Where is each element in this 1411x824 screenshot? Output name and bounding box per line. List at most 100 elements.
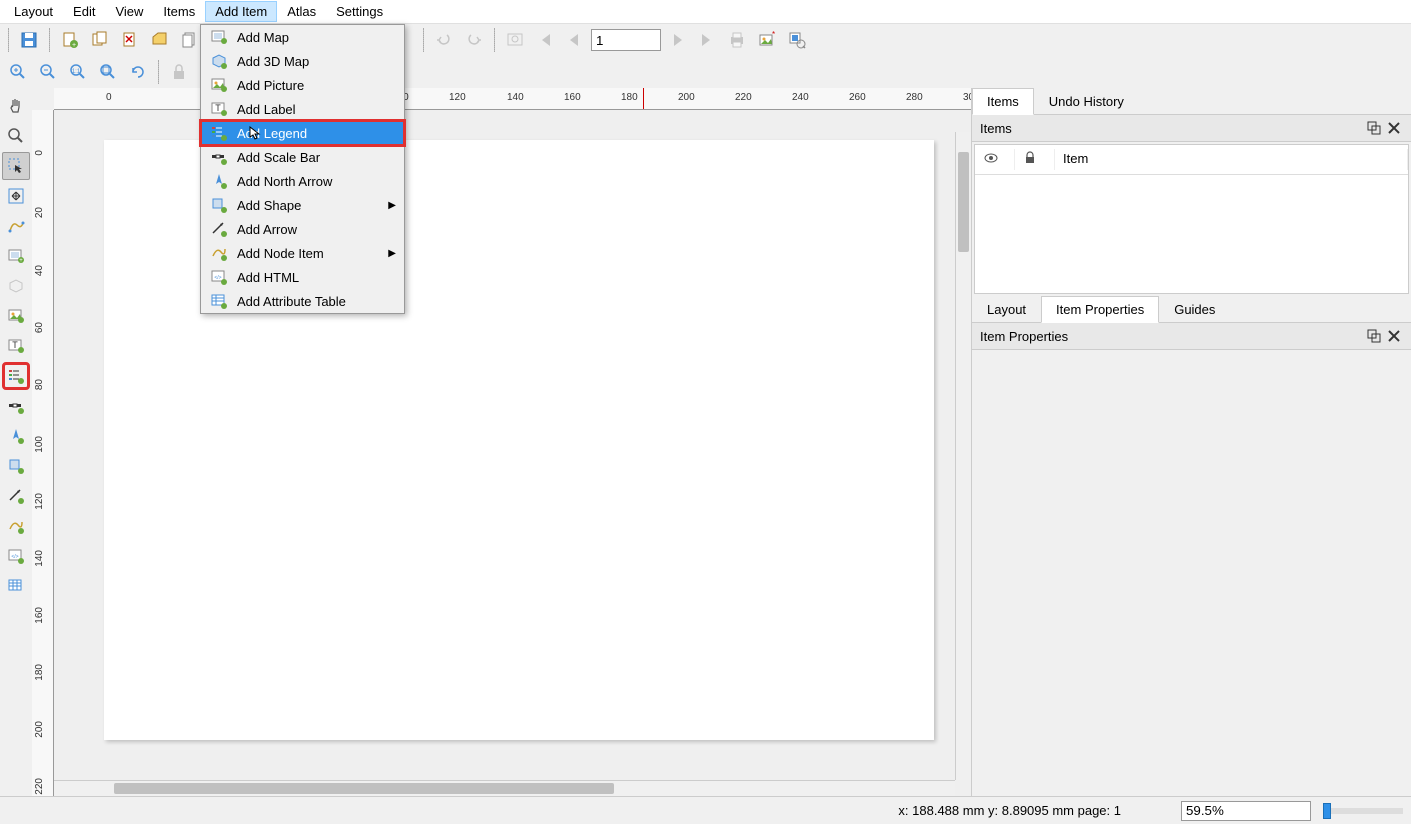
feature-input[interactable]: [591, 29, 661, 51]
table-icon: [209, 292, 229, 310]
items-list[interactable]: Item: [974, 144, 1409, 294]
dropdown-add-html[interactable]: </> Add HTML: [201, 265, 404, 289]
ruler-vertical: 0 20 40 60 80 100 120 140 160 180 200 22…: [32, 110, 54, 796]
menu-add-item[interactable]: Add Item: [205, 1, 277, 22]
close-icon[interactable]: [1385, 327, 1403, 345]
tab-layout[interactable]: Layout: [972, 296, 1041, 322]
dropdown-label: Add Picture: [237, 78, 304, 93]
zoom-select[interactable]: [1181, 801, 1311, 821]
dropdown-add-arrow[interactable]: Add Arrow: [201, 217, 404, 241]
add-shape-tool[interactable]: [2, 452, 30, 480]
refresh-button[interactable]: [124, 58, 152, 86]
map-icon: [209, 28, 229, 46]
delete-layout-button[interactable]: [116, 26, 144, 54]
dropdown-add-attribute-table[interactable]: Add Attribute Table: [201, 289, 404, 313]
prev-feature-button[interactable]: [561, 26, 589, 54]
add-north-arrow-tool[interactable]: [2, 422, 30, 450]
pan-tool[interactable]: [2, 92, 30, 120]
horizontal-scrollbar[interactable]: [54, 780, 955, 796]
print-button[interactable]: [723, 26, 751, 54]
menu-layout[interactable]: Layout: [4, 1, 63, 22]
menu-settings[interactable]: Settings: [326, 1, 393, 22]
zoom-in-button[interactable]: [4, 58, 32, 86]
items-col-lock: [1015, 149, 1055, 170]
arrow-icon: [209, 220, 229, 238]
new-layout-button[interactable]: +: [56, 26, 84, 54]
dropdown-add-shape[interactable]: Add Shape ▶: [201, 193, 404, 217]
add-item-dropdown: Add Map Add 3D Map Add Picture T Add Lab…: [200, 24, 405, 314]
svg-text:T: T: [215, 103, 221, 113]
add-arrow-tool[interactable]: [2, 482, 30, 510]
redo-button[interactable]: [460, 26, 488, 54]
dropdown-add-map[interactable]: Add Map: [201, 25, 404, 49]
ruler-guide-marker: [643, 88, 644, 109]
add-legend-tool[interactable]: [2, 362, 30, 390]
canvas-viewport[interactable]: [54, 110, 971, 796]
layout-manager-button[interactable]: [146, 26, 174, 54]
zoom-actual-button[interactable]: 1:1: [64, 58, 92, 86]
menu-atlas[interactable]: Atlas: [277, 1, 326, 22]
node-item-icon: [209, 244, 229, 262]
dropdown-label: Add Shape: [237, 198, 301, 213]
dropdown-label: Add North Arrow: [237, 174, 332, 189]
move-content-tool[interactable]: [2, 182, 30, 210]
items-tabs: Items Undo History: [972, 88, 1411, 115]
zoom-tool[interactable]: [2, 122, 30, 150]
dropdown-label: Add Scale Bar: [237, 150, 320, 165]
add-picture-tool[interactable]: [2, 302, 30, 330]
menu-edit[interactable]: Edit: [63, 1, 105, 22]
close-icon[interactable]: [1385, 119, 1403, 137]
dock-icon[interactable]: [1365, 327, 1383, 345]
add-node-item-tool[interactable]: [2, 512, 30, 540]
dropdown-add-3d-map[interactable]: Add 3D Map: [201, 49, 404, 73]
svg-text:T: T: [12, 340, 18, 350]
dropdown-add-label[interactable]: T Add Label: [201, 97, 404, 121]
add-label-tool[interactable]: T: [2, 332, 30, 360]
north-arrow-icon: [209, 172, 229, 190]
vertical-scrollbar[interactable]: [955, 132, 971, 780]
dropdown-add-scalebar[interactable]: Add Scale Bar: [201, 145, 404, 169]
right-panel: Items Undo History Items Item Layout Ite…: [971, 88, 1411, 796]
zoom-full-button[interactable]: [94, 58, 122, 86]
dock-icon[interactable]: [1365, 119, 1383, 137]
status-coords: x: 188.488 mm y: 8.89095 mm page: 1: [898, 803, 1121, 818]
items-panel-title: Items: [980, 121, 1363, 136]
zoom-out-button[interactable]: [34, 58, 62, 86]
first-feature-button[interactable]: [531, 26, 559, 54]
menu-view[interactable]: View: [105, 1, 153, 22]
export-image-button[interactable]: *: [753, 26, 781, 54]
svg-text:</>: </>: [214, 275, 221, 281]
svg-text:</>: </>: [11, 554, 18, 560]
tab-item-properties[interactable]: Item Properties: [1041, 296, 1159, 323]
dropdown-label: Add Legend: [237, 126, 307, 141]
dropdown-add-legend[interactable]: Add Legend: [201, 121, 404, 145]
add-3d-map-tool[interactable]: [2, 272, 30, 300]
select-tool[interactable]: [2, 152, 30, 180]
canvas-container: 0 50 100 120 140 160 180 200 220 240 260…: [32, 88, 971, 796]
items-panel-header: Items: [972, 115, 1411, 142]
dropdown-label: Add 3D Map: [237, 54, 309, 69]
add-scalebar-tool[interactable]: [2, 392, 30, 420]
tab-guides[interactable]: Guides: [1159, 296, 1230, 322]
lock-button[interactable]: [165, 58, 193, 86]
dropdown-add-north-arrow[interactable]: Add North Arrow: [201, 169, 404, 193]
add-html-tool[interactable]: </>: [2, 542, 30, 570]
undo-button[interactable]: [430, 26, 458, 54]
next-feature-button[interactable]: [663, 26, 691, 54]
dropdown-add-node-item[interactable]: Add Node Item ▶: [201, 241, 404, 265]
cursor-icon: [249, 126, 261, 143]
duplicate-layout-button[interactable]: [86, 26, 114, 54]
dropdown-add-picture[interactable]: Add Picture: [201, 73, 404, 97]
edit-nodes-tool[interactable]: [2, 212, 30, 240]
tab-undo-history[interactable]: Undo History: [1034, 88, 1139, 114]
zoom-slider[interactable]: [1323, 808, 1403, 814]
add-table-tool[interactable]: [2, 572, 30, 600]
menu-items[interactable]: Items: [153, 1, 205, 22]
atlas-preview-button[interactable]: [501, 26, 529, 54]
atlas-settings-button[interactable]: [783, 26, 811, 54]
statusbar: x: 188.488 mm y: 8.89095 mm page: 1: [0, 796, 1411, 824]
last-feature-button[interactable]: [693, 26, 721, 54]
tab-items[interactable]: Items: [972, 88, 1034, 115]
save-button[interactable]: [15, 26, 43, 54]
add-map-tool[interactable]: +: [2, 242, 30, 270]
